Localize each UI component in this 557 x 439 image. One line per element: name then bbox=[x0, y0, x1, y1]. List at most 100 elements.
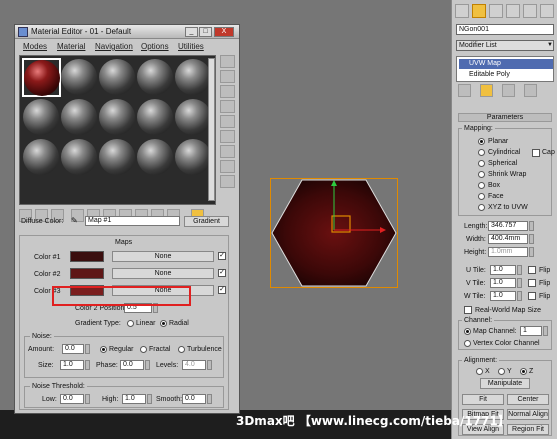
maximize-button[interactable]: □ bbox=[199, 27, 212, 37]
pin-stack-icon[interactable] bbox=[458, 84, 471, 97]
v-flip-checkbox[interactable] bbox=[528, 279, 536, 287]
object-name-field[interactable]: NGon001 bbox=[456, 24, 554, 35]
display-tab-icon[interactable] bbox=[523, 4, 537, 18]
parameters-rollout[interactable]: Parameters bbox=[458, 113, 552, 122]
sample-slot[interactable] bbox=[98, 58, 137, 97]
vertex-color-radio[interactable] bbox=[464, 340, 471, 347]
noise-levels-field[interactable]: 4.0 bbox=[182, 360, 206, 370]
menu-modes[interactable]: Modes bbox=[23, 42, 47, 51]
backlight-icon[interactable] bbox=[220, 70, 235, 83]
map-channel-field[interactable]: 1 bbox=[520, 326, 542, 336]
hierarchy-tab-icon[interactable] bbox=[489, 4, 503, 18]
color2-map-checkbox[interactable]: ✓ bbox=[218, 269, 226, 277]
color2-map-button[interactable]: None bbox=[112, 268, 214, 279]
height-spinner[interactable] bbox=[529, 247, 534, 257]
sample-slot[interactable] bbox=[136, 138, 175, 177]
u-tile-field[interactable]: 1.0 bbox=[490, 265, 516, 275]
sample-slot-selected[interactable] bbox=[22, 58, 61, 97]
menu-utilities[interactable]: Utilities bbox=[178, 42, 204, 51]
material-navigator-icon[interactable] bbox=[220, 175, 235, 188]
eyedropper-icon[interactable]: ✎ bbox=[71, 216, 78, 225]
noise-size-field[interactable]: 1.0 bbox=[60, 360, 84, 370]
options-icon[interactable] bbox=[220, 145, 235, 158]
gradient-type-linear-radio[interactable] bbox=[127, 320, 134, 327]
mapping-cylindrical-radio[interactable] bbox=[478, 149, 485, 156]
map-type-button[interactable]: Gradient bbox=[184, 216, 229, 227]
sample-slots-scrollbar[interactable] bbox=[208, 58, 215, 201]
map-name-field[interactable]: Map #1 bbox=[85, 216, 180, 226]
utilities-tab-icon[interactable] bbox=[540, 4, 554, 18]
noise-amount-field[interactable]: 0.0 bbox=[62, 344, 84, 354]
sample-slot[interactable] bbox=[22, 98, 61, 137]
width-field[interactable]: 400.4mm bbox=[488, 234, 528, 244]
map-channel-spinner[interactable] bbox=[543, 326, 548, 336]
color1-map-button[interactable]: None bbox=[112, 251, 214, 262]
sample-slot[interactable] bbox=[60, 58, 99, 97]
noise-size-spinner[interactable] bbox=[85, 360, 90, 370]
sample-type-icon[interactable] bbox=[220, 55, 235, 68]
uv-tiling-icon[interactable] bbox=[220, 100, 235, 113]
smooth-field[interactable]: 0.0 bbox=[182, 394, 206, 404]
noise-phase-spinner[interactable] bbox=[145, 360, 150, 370]
sample-slot[interactable] bbox=[60, 98, 99, 137]
noise-amount-spinner[interactable] bbox=[85, 344, 90, 354]
motion-tab-icon[interactable] bbox=[506, 4, 520, 18]
material-editor-titlebar[interactable]: Material Editor - 01 - Default _ □ X bbox=[15, 25, 239, 39]
modifier-list-dropdown[interactable]: Modifier List bbox=[456, 40, 554, 51]
high-field[interactable]: 1.0 bbox=[122, 394, 146, 404]
make-preview-icon[interactable] bbox=[220, 130, 235, 143]
map-channel-radio[interactable] bbox=[464, 328, 471, 335]
axis-x-radio[interactable] bbox=[476, 368, 483, 375]
mapping-spherical-radio[interactable] bbox=[478, 160, 485, 167]
remove-modifier-icon[interactable] bbox=[524, 84, 537, 97]
cap-checkbox[interactable] bbox=[532, 149, 540, 157]
video-color-check-icon[interactable] bbox=[220, 115, 235, 128]
make-unique-icon[interactable] bbox=[502, 84, 515, 97]
color1-map-checkbox[interactable]: ✓ bbox=[218, 252, 226, 260]
sample-slot[interactable] bbox=[60, 138, 99, 177]
modify-tab-icon[interactable] bbox=[472, 4, 486, 18]
menu-options[interactable]: Options bbox=[141, 42, 169, 51]
w-tile-field[interactable]: 1.0 bbox=[490, 291, 516, 301]
v-tile-field[interactable]: 1.0 bbox=[490, 278, 516, 288]
menu-material[interactable]: Material bbox=[57, 42, 85, 51]
axis-z-radio[interactable] bbox=[520, 368, 527, 375]
manipulate-button[interactable]: Manipulate bbox=[480, 378, 530, 389]
stack-item-editable-poly[interactable]: Editable Poly bbox=[459, 70, 553, 80]
sample-slot[interactable] bbox=[136, 98, 175, 137]
sample-slot[interactable] bbox=[98, 98, 137, 137]
noise-regular-radio[interactable] bbox=[100, 346, 107, 353]
axis-y-radio[interactable] bbox=[498, 368, 505, 375]
real-world-checkbox[interactable] bbox=[464, 306, 472, 314]
region-fit-button[interactable]: Region Fit bbox=[507, 424, 549, 435]
color2-swatch[interactable] bbox=[70, 268, 104, 279]
close-button[interactable]: X bbox=[214, 27, 234, 37]
menu-navigation[interactable]: Navigation bbox=[95, 42, 133, 51]
gradient-type-radial-radio[interactable] bbox=[160, 320, 167, 327]
noise-phase-field[interactable]: 0.0 bbox=[120, 360, 144, 370]
width-spinner[interactable] bbox=[529, 234, 534, 244]
minimize-button[interactable]: _ bbox=[185, 27, 198, 37]
length-spinner[interactable] bbox=[529, 221, 534, 231]
sample-slot[interactable] bbox=[22, 138, 61, 177]
smooth-spinner[interactable] bbox=[207, 394, 212, 404]
mapping-box-radio[interactable] bbox=[478, 182, 485, 189]
low-spinner[interactable] bbox=[85, 394, 90, 404]
sample-slot[interactable] bbox=[98, 138, 137, 177]
w-tile-spinner[interactable] bbox=[517, 291, 522, 301]
normal-align-button[interactable]: Normal Align bbox=[507, 409, 549, 420]
show-end-result-icon[interactable] bbox=[480, 84, 493, 97]
mapping-xyz-to-uvw-radio[interactable] bbox=[478, 204, 485, 211]
u-flip-checkbox[interactable] bbox=[528, 266, 536, 274]
mapping-face-radio[interactable] bbox=[478, 193, 485, 200]
noise-levels-spinner[interactable] bbox=[207, 360, 212, 370]
length-field[interactable]: 346.757 bbox=[488, 221, 528, 231]
fit-button[interactable]: Fit bbox=[462, 394, 504, 405]
color3-map-checkbox[interactable]: ✓ bbox=[218, 286, 226, 294]
hexagon-object[interactable] bbox=[270, 178, 398, 288]
high-spinner[interactable] bbox=[147, 394, 152, 404]
mapping-planar-radio[interactable] bbox=[478, 138, 485, 145]
select-by-material-icon[interactable] bbox=[220, 160, 235, 173]
low-field[interactable]: 0.0 bbox=[60, 394, 84, 404]
sample-slot[interactable] bbox=[136, 58, 175, 97]
